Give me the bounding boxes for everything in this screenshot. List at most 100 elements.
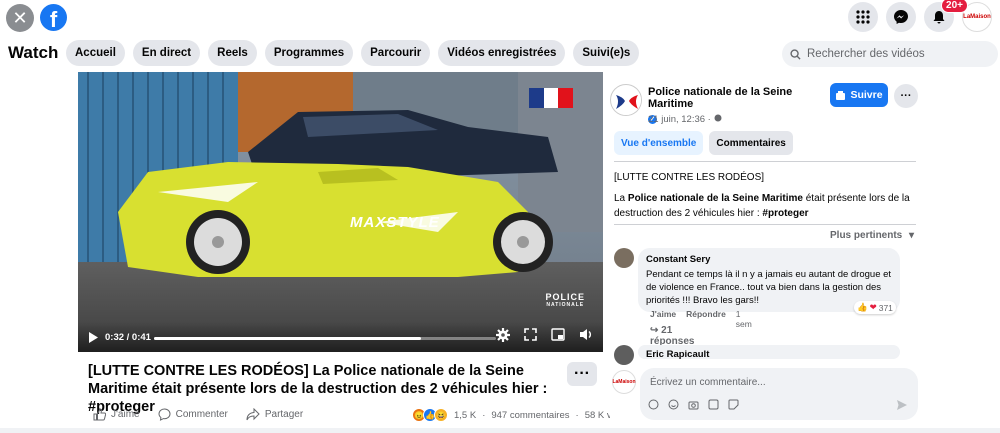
avatar-sticker-icon[interactable] — [648, 399, 659, 410]
share-button[interactable]: Partager — [246, 408, 303, 421]
page-avatar[interactable] — [610, 84, 642, 116]
page-name-text: Police nationale de la Seine Maritime — [648, 86, 793, 110]
commenter-avatar[interactable] — [614, 345, 634, 365]
camera-icon[interactable] — [688, 399, 699, 410]
commenter-avatar[interactable] — [614, 248, 634, 268]
send-icon[interactable] — [896, 399, 908, 411]
composer-avatar-label: LaMaison — [612, 379, 636, 385]
comment-input[interactable]: Écrivez un commentaire... — [640, 368, 918, 420]
video-time: 0:32 / 0:41 — [105, 332, 151, 343]
fullscreen-expand-icon[interactable] — [524, 328, 537, 341]
love-reaction-icon: ❤ — [869, 302, 877, 312]
watermark-subtitle: NATIONALE — [546, 302, 585, 308]
menu-grid-icon[interactable] — [848, 2, 878, 32]
play-icon[interactable] — [88, 332, 98, 343]
emoji-icon[interactable] — [668, 399, 679, 410]
comment-bubble-icon — [158, 408, 171, 421]
video-frame — [78, 72, 603, 352]
composer-icons — [648, 399, 739, 410]
video-control-icons — [496, 328, 593, 342]
tab-programmes[interactable]: Programmes — [264, 40, 354, 66]
notifications-bell-icon[interactable]: 20+ — [924, 0, 968, 32]
close-icon[interactable]: ✕ — [6, 4, 34, 32]
facebook-logo-icon[interactable]: f — [40, 4, 67, 31]
description-line-1: [LUTTE CONTRE LES RODÉOS] — [614, 172, 765, 183]
like-button[interactable]: J'aime — [93, 408, 140, 421]
tab-en-direct[interactable]: En direct — [132, 40, 201, 66]
post-date-text: 21 juin, 12:36 · — [648, 114, 714, 125]
comment-text: Pendant ce temps là il n y a jamais eu a… — [646, 269, 892, 306]
tab-accueil[interactable]: Accueil — [66, 40, 125, 66]
thumbs-up-icon — [93, 408, 106, 421]
commenter-name[interactable]: Constant Sery — [646, 253, 892, 266]
video-progress-fill — [154, 337, 421, 340]
description-page-link[interactable]: Police nationale de la Seine Maritime — [628, 193, 803, 204]
video-player[interactable]: MAXSTYLE POLICE NATIONALE 0:32 / 0:41 — [78, 72, 603, 352]
comment-count[interactable]: 947 commentaires — [491, 410, 569, 421]
tab-overview[interactable]: Vue d'ensemble — [614, 131, 704, 155]
profile-label: LaMaison — [963, 14, 991, 20]
messenger-icon[interactable] — [886, 2, 916, 32]
chevron-down-icon: ▾ — [909, 230, 915, 241]
reaction-icons[interactable]: 😠 👍 😆 — [412, 408, 448, 422]
globe-icon — [714, 114, 721, 122]
reaction-count[interactable]: 1,5 K — [454, 410, 476, 421]
tab-suivis[interactable]: Suivi(e)s — [573, 40, 640, 66]
notifications-badge: 20+ — [941, 0, 968, 13]
follow-button[interactable]: Suivre — [830, 83, 888, 107]
commenter-name[interactable]: Eric Rapicault — [646, 348, 892, 361]
car-sticker-text: MAXSTYLE — [350, 214, 440, 231]
divider — [614, 161, 916, 162]
volume-icon[interactable] — [579, 328, 593, 341]
view-replies-link[interactable]: ↪ 21 réponses — [650, 325, 694, 347]
comment-bubble: Eric Rapicault — [638, 345, 900, 361]
haha-reaction-icon: 😆 — [434, 408, 448, 422]
share-label: Partager — [264, 409, 304, 420]
comment-time: 1 sem — [735, 309, 752, 329]
settings-gear-icon[interactable] — [496, 328, 510, 342]
tab-parcourir[interactable]: Parcourir — [361, 40, 431, 66]
reply-arrow-icon: ↪ — [650, 325, 659, 336]
comment-composer: LaMaison Écrivez un commentaire... — [610, 366, 920, 433]
comment-reactions[interactable]: 👍 ❤ 371 — [854, 301, 896, 314]
comment-sort-dropdown[interactable]: Plus pertinents ▾ — [830, 230, 914, 241]
search-input[interactable]: Rechercher des vidéos — [782, 41, 998, 67]
follow-page-icon — [836, 90, 846, 100]
video-progress-bar[interactable] — [154, 337, 496, 340]
page-bottom-edge — [0, 428, 1000, 433]
police-emblem-icon — [612, 86, 641, 115]
page-options-button[interactable]: ··· — [894, 84, 918, 108]
search-icon — [790, 48, 801, 60]
hashtag-link[interactable]: #proteger — [762, 208, 808, 219]
picture-in-picture-icon[interactable] — [551, 328, 565, 341]
video-controls: 0:32 / 0:41 — [78, 322, 603, 352]
search-placeholder: Rechercher des vidéos — [807, 48, 925, 60]
separator-dot: · — [482, 409, 486, 421]
description-prefix: La — [614, 193, 628, 204]
like-reaction-icon: 👍 — [857, 302, 868, 312]
watch-tabs: Accueil En direct Reels Programmes Parco… — [66, 40, 640, 66]
follow-label: Suivre — [850, 89, 883, 101]
france-flag-icon — [529, 88, 574, 108]
top-bar: ✕ f 20+ LaMaison — [0, 0, 1000, 35]
separator-dot: · — [575, 409, 579, 421]
like-label: J'aime — [111, 409, 140, 420]
comment-button[interactable]: Commenter — [158, 408, 228, 421]
top-right-controls: 20+ LaMaison — [848, 0, 1000, 32]
sidebar-tabs: Vue d'ensemble Commentaires — [614, 131, 793, 155]
watermark-title: POLICE — [545, 292, 585, 302]
page-title: Watch — [8, 43, 59, 62]
tab-comments[interactable]: Commentaires — [709, 131, 793, 155]
comment-label: Commenter — [175, 409, 228, 420]
tab-reels[interactable]: Reels — [208, 40, 257, 66]
post-description: [LUTTE CONTRE LES RODÉOS] La Police nati… — [614, 170, 914, 221]
sticker-icon[interactable] — [728, 399, 739, 410]
composer-avatar: LaMaison — [612, 370, 636, 394]
gif-icon[interactable] — [708, 399, 719, 410]
post-stats: 😠 👍 😆 1,5 K · 947 commentaires · 58 K vu… — [412, 408, 627, 422]
tab-videos-enregistrees[interactable]: Vidéos enregistrées — [438, 40, 566, 66]
share-arrow-icon — [246, 408, 260, 421]
sort-label: Plus pertinents — [830, 230, 903, 241]
more-options-button[interactable]: ··· — [567, 362, 597, 386]
post-date[interactable]: 21 juin, 12:36 · — [648, 114, 722, 125]
